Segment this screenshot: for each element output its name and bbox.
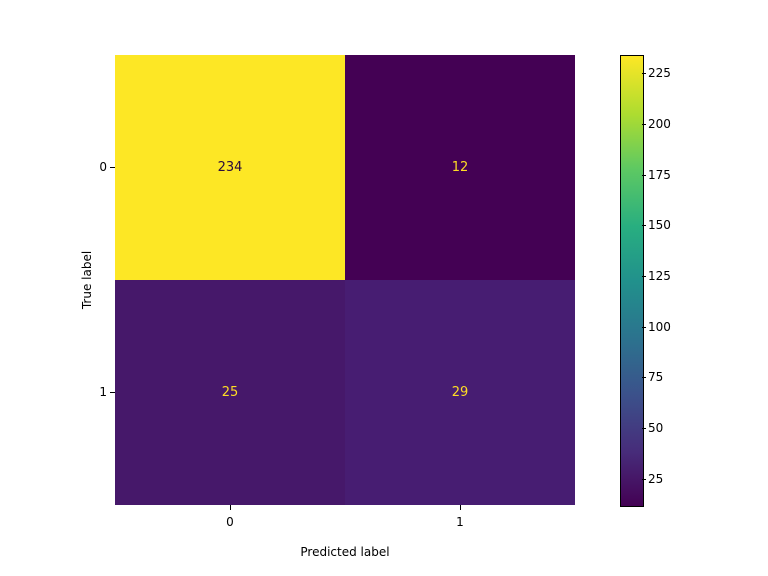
cbar-tick-150: 150 bbox=[648, 218, 671, 232]
cbar-tick-75: 75 bbox=[648, 370, 663, 384]
colorbar bbox=[620, 55, 644, 507]
heatmap-plot: 234 12 25 29 bbox=[115, 55, 575, 505]
cell-1-1: 29 bbox=[345, 280, 575, 505]
xtick-1: 1 bbox=[456, 515, 464, 529]
cbar-tickmark-200 bbox=[642, 124, 646, 125]
heatmap-grid: 234 12 25 29 bbox=[115, 55, 575, 505]
cell-0-1: 12 bbox=[345, 55, 575, 280]
cbar-tick-25: 25 bbox=[648, 472, 663, 486]
cbar-tickmark-100 bbox=[642, 327, 646, 328]
cbar-tickmark-175 bbox=[642, 175, 646, 176]
xtick-mark-1 bbox=[460, 505, 461, 510]
cbar-tick-200: 200 bbox=[648, 117, 671, 131]
cbar-tickmark-50 bbox=[642, 428, 646, 429]
xtick-0: 0 bbox=[226, 515, 234, 529]
cbar-tickmark-125 bbox=[642, 276, 646, 277]
cell-0-0: 234 bbox=[115, 55, 345, 280]
cbar-tick-50: 50 bbox=[648, 421, 663, 435]
y-axis-label: True label bbox=[58, 55, 116, 505]
cbar-tickmark-25 bbox=[642, 479, 646, 480]
cell-1-0: 25 bbox=[115, 280, 345, 505]
x-axis-label: Predicted label bbox=[115, 545, 575, 559]
cbar-tickmark-150 bbox=[642, 225, 646, 226]
cbar-tickmark-75 bbox=[642, 377, 646, 378]
xtick-mark-0 bbox=[230, 505, 231, 510]
cbar-tick-125: 125 bbox=[648, 269, 671, 283]
colorbar-gradient bbox=[621, 56, 643, 506]
cbar-tick-100: 100 bbox=[648, 320, 671, 334]
cbar-tickmark-225 bbox=[642, 73, 646, 74]
cbar-tick-175: 175 bbox=[648, 168, 671, 182]
cbar-tick-225: 225 bbox=[648, 66, 671, 80]
